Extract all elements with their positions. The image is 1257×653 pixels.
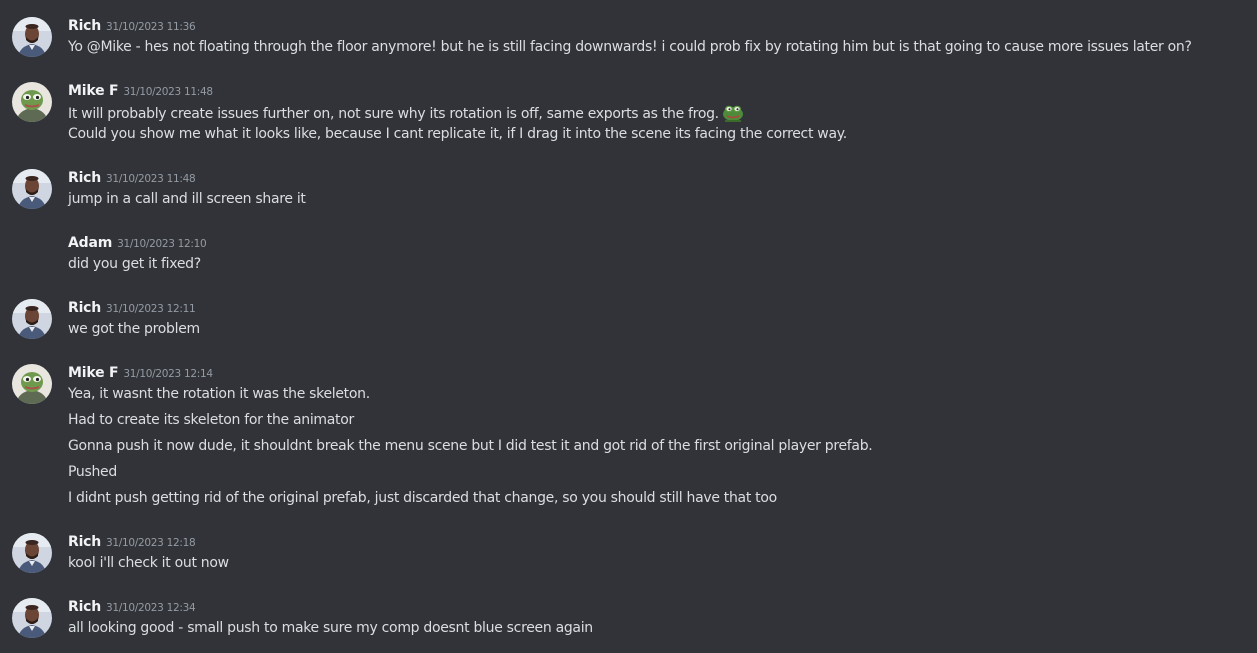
avatar[interactable]	[12, 364, 52, 404]
avatar[interactable]	[12, 17, 52, 57]
message-text: all looking good - small push to make su…	[68, 620, 593, 636]
message-text: Yo @Mike - hes not floating through the …	[68, 39, 1192, 55]
message-text: we got the problem	[68, 321, 200, 337]
frog-emoji-icon[interactable]	[722, 102, 744, 122]
avatar[interactable]	[12, 82, 52, 122]
message-text: kool i'll check it out now	[68, 555, 229, 571]
message-text: jump in a call and ill screen share it	[68, 191, 306, 207]
username[interactable]: Rich	[68, 599, 101, 615]
avatar[interactable]	[12, 299, 52, 339]
avatar[interactable]	[12, 169, 52, 209]
username[interactable]: Mike F	[68, 83, 119, 99]
username[interactable]: Rich	[68, 170, 101, 186]
timestamp: 31/10/2023 12:34	[106, 602, 196, 614]
message-text: Yea, it wasnt the rotation it was the sk…	[68, 386, 370, 402]
message-text: I didnt push getting rid of the original…	[68, 490, 777, 506]
username[interactable]: Rich	[68, 18, 101, 34]
timestamp: 31/10/2023 11:36	[106, 21, 196, 33]
username[interactable]: Mike F	[68, 365, 119, 381]
message-text: Could you show me what it looks like, be…	[68, 126, 847, 142]
message-text: Pushed	[68, 464, 117, 480]
timestamp: 31/10/2023 12:18	[106, 537, 196, 549]
timestamp: 31/10/2023 11:48	[123, 86, 213, 98]
timestamp: 31/10/2023 11:48	[106, 173, 196, 185]
message-text: Had to create its skeleton for the anima…	[68, 412, 354, 428]
message-text: It will probably create issues further o…	[68, 102, 744, 124]
message-text-content: It will probably create issues further o…	[68, 106, 719, 122]
timestamp: 31/10/2023 12:11	[106, 303, 196, 315]
avatar[interactable]	[12, 598, 52, 638]
username[interactable]: Rich	[68, 300, 101, 316]
timestamp: 31/10/2023 12:10	[117, 238, 207, 250]
username[interactable]: Adam	[68, 235, 112, 251]
timestamp: 31/10/2023 12:14	[123, 368, 213, 380]
avatar[interactable]	[12, 533, 52, 573]
message-text: did you get it fixed?	[68, 256, 201, 272]
username[interactable]: Rich	[68, 534, 101, 550]
message-text: Gonna push it now dude, it shouldnt brea…	[68, 438, 873, 454]
